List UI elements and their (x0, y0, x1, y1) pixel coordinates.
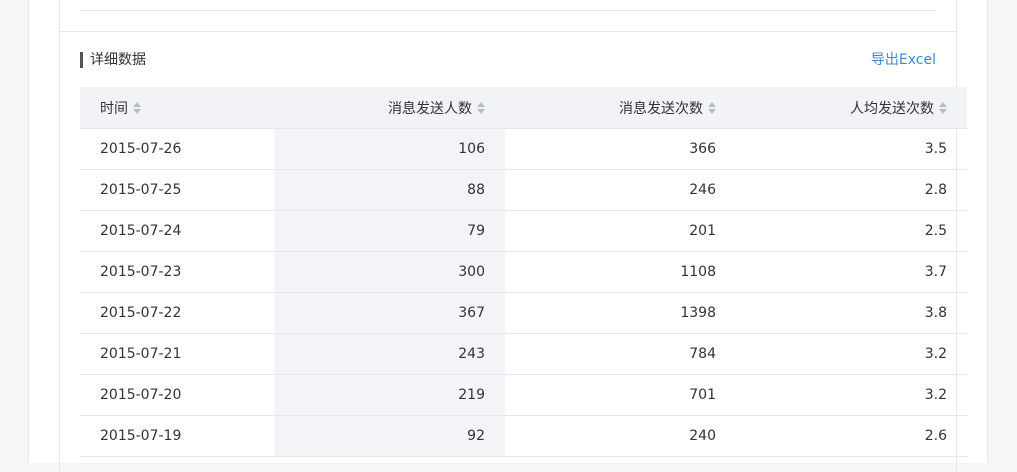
cell-date: 2015-07-22 (80, 292, 274, 334)
column-header-label: 人均发送次数 (850, 100, 934, 117)
cell-senders: 88 (274, 169, 505, 211)
table-row: 2015-07-25 88 246 2.8 (80, 169, 967, 211)
table-row: 2015-07-21 243 784 3.2 (80, 333, 967, 375)
sort-icon[interactable] (133, 101, 141, 114)
cell-date: 2015-07-20 (80, 374, 274, 416)
cell-senders: 219 (274, 374, 505, 416)
cell-avg: 3.7 (736, 251, 967, 293)
cell-senders: 243 (274, 333, 505, 375)
cell-messages: 701 (505, 374, 736, 416)
cell-date: 2015-07-25 (80, 169, 274, 211)
cell-date: 2015-07-19 (80, 415, 274, 457)
section-title: 详细数据 (80, 52, 146, 68)
cell-messages: 240 (505, 415, 736, 457)
cell-senders: 92 (274, 415, 505, 457)
cell-messages: 1398 (505, 292, 736, 334)
column-header-messages[interactable]: 消息发送次数 (505, 87, 736, 129)
cell-messages: 246 (505, 169, 736, 211)
cell-avg: 2.8 (736, 169, 967, 211)
table-row: 2015-07-23 300 1108 3.7 (80, 251, 967, 293)
table-row: 2015-07-26 106 366 3.5 (80, 128, 967, 170)
sort-icon[interactable] (939, 101, 947, 114)
cell-avg: 3.8 (736, 292, 967, 334)
cell-date: 2015-07-21 (80, 333, 274, 375)
cell-senders: 300 (274, 251, 505, 293)
column-header-label: 消息发送人数 (388, 100, 472, 117)
detail-data-table: 时间 消息发送人数 消息发送次数 人均发送次数 2015-07-26 106 3… (80, 87, 967, 457)
cell-messages: 784 (505, 333, 736, 375)
sort-icon[interactable] (477, 101, 485, 114)
column-header-time[interactable]: 时间 (80, 87, 274, 129)
cell-messages: 1108 (505, 251, 736, 293)
content-card: 详细数据 导出Excel 时间 消息发送人数 消息发送次数 人均发送次数 201… (28, 0, 988, 472)
sort-icon[interactable] (708, 101, 716, 114)
cell-date: 2015-07-23 (80, 251, 274, 293)
cell-date: 2015-07-24 (80, 210, 274, 252)
table-header-row: 时间 消息发送人数 消息发送次数 人均发送次数 (80, 87, 967, 129)
cell-avg: 2.5 (736, 210, 967, 252)
cell-avg: 3.5 (736, 128, 967, 170)
table-row: 2015-07-19 92 240 2.6 (80, 415, 967, 457)
detail-data-section: 详细数据 导出Excel 时间 消息发送人数 消息发送次数 人均发送次数 201… (59, 32, 967, 472)
cell-date: 2015-07-26 (80, 128, 274, 170)
chart-section (59, 0, 957, 32)
table-row: 2015-07-20 219 701 3.2 (80, 374, 967, 416)
cell-senders: 106 (274, 128, 505, 170)
section-header: 详细数据 导出Excel (80, 52, 936, 72)
cell-senders: 367 (274, 292, 505, 334)
export-excel-link[interactable]: 导出Excel (871, 52, 936, 68)
column-header-label: 时间 (100, 100, 128, 117)
table-row: 2015-07-22 367 1398 3.8 (80, 292, 967, 334)
cell-avg: 3.2 (736, 333, 967, 375)
cell-messages: 366 (505, 128, 736, 170)
cell-messages: 201 (505, 210, 736, 252)
column-header-avg[interactable]: 人均发送次数 (736, 87, 967, 129)
cell-avg: 3.2 (736, 374, 967, 416)
column-header-senders[interactable]: 消息发送人数 (274, 87, 505, 129)
cell-avg: 2.6 (736, 415, 967, 457)
column-header-label: 消息发送次数 (619, 100, 703, 117)
cell-senders: 79 (274, 210, 505, 252)
section-divider (80, 10, 936, 11)
table-row: 2015-07-24 79 201 2.5 (80, 210, 967, 252)
